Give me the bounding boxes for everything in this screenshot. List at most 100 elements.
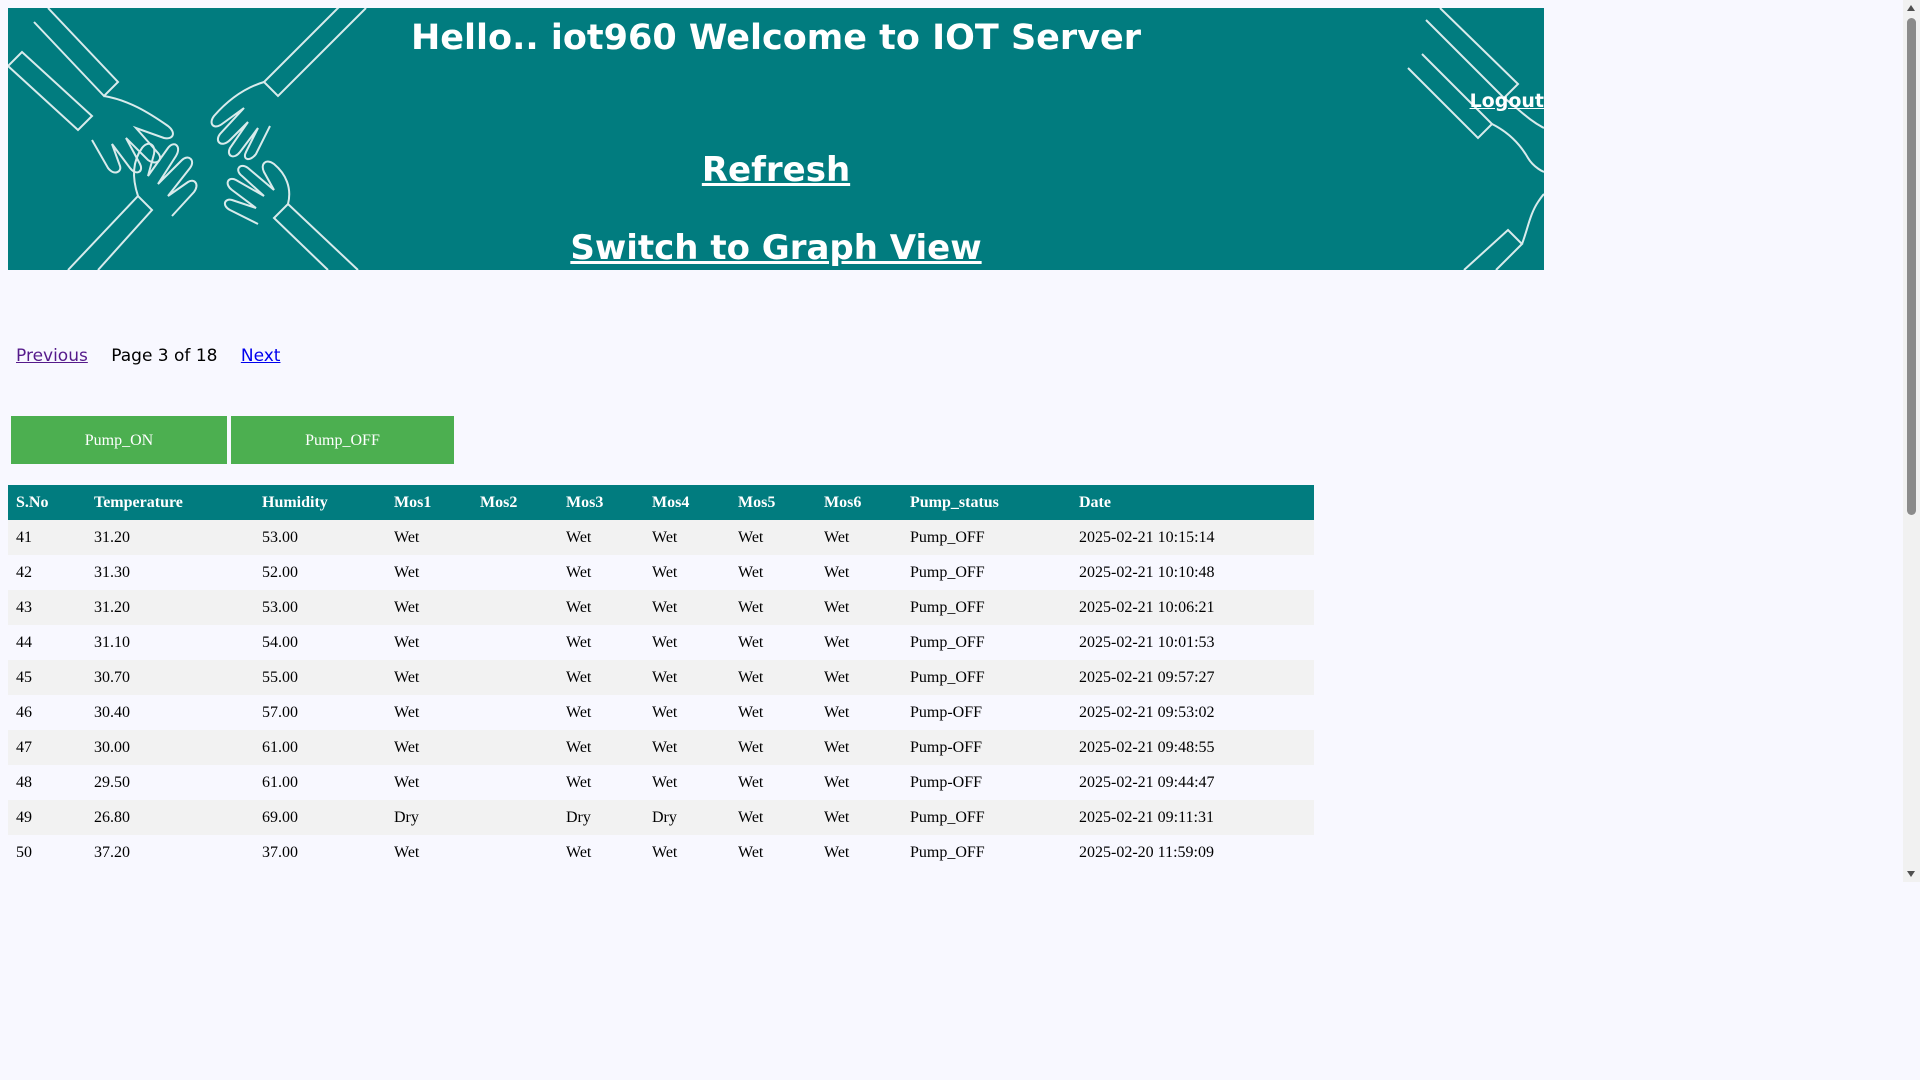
table-cell: Wet [816, 660, 902, 695]
table-cell: Wet [730, 590, 816, 625]
table-cell: 2025-02-21 09:53:02 [1071, 695, 1314, 730]
table-cell: Wet [558, 730, 644, 765]
table-cell: 2025-02-21 10:06:21 [1071, 590, 1314, 625]
table-row: 48 29.50 61.00 Wet Wet Wet Wet Wet Pump-OFF 2025-… [8, 765, 1314, 800]
column-header: Humidity [254, 485, 386, 520]
table-cell: Wet [558, 835, 644, 870]
table-cell: 50 [8, 835, 86, 870]
table-cell: 61.00 [254, 765, 386, 800]
table-cell: Wet [558, 695, 644, 730]
table-cell: Wet [816, 555, 902, 590]
table-cell: Wet [816, 800, 902, 835]
table-cell: 52.00 [254, 555, 386, 590]
pump-off-button[interactable]: Pump_OFF [231, 416, 454, 464]
table-cell: Wet [730, 765, 816, 800]
table-cell [472, 800, 558, 835]
vertical-scrollbar[interactable] [1903, 0, 1920, 882]
table-cell: Wet [644, 555, 730, 590]
table-cell: 30.70 [86, 660, 254, 695]
logout-link[interactable]: Logout [1470, 90, 1544, 112]
table-cell: Wet [386, 625, 472, 660]
scrollbar-thumb[interactable] [1907, 18, 1916, 515]
table-cell: Wet [730, 800, 816, 835]
table-cell: Wet [386, 835, 472, 870]
table-cell: Wet [644, 625, 730, 660]
sensor-data-table: S.No Temperature Humidity Mos1 Mos2 Mos3… [8, 485, 1314, 870]
table-cell: 2025-02-20 11:59:09 [1071, 835, 1314, 870]
table-cell: Wet [730, 695, 816, 730]
table-cell: Pump_OFF [902, 835, 1071, 870]
table-cell: Wet [730, 520, 816, 555]
table-cell: Wet [644, 520, 730, 555]
table-cell [472, 625, 558, 660]
table-cell: Wet [558, 765, 644, 800]
table-cell [472, 660, 558, 695]
table-cell: 45 [8, 660, 86, 695]
table-cell: Wet [386, 590, 472, 625]
table-cell: 2025-02-21 09:57:27 [1071, 660, 1314, 695]
switch-graph-view-link[interactable]: Switch to Graph View [8, 228, 1544, 268]
column-header: S.No [8, 485, 86, 520]
next-page-link[interactable]: Next [241, 346, 281, 366]
table-cell: 53.00 [254, 520, 386, 555]
table-cell: Wet [730, 730, 816, 765]
table-body: 41 31.20 53.00 Wet Wet Wet Wet Wet Pump_OFF 2025-… [8, 520, 1314, 870]
table-cell: 31.10 [86, 625, 254, 660]
table-cell: Wet [644, 590, 730, 625]
table-cell: Wet [730, 835, 816, 870]
table-cell [472, 765, 558, 800]
table-cell: 31.30 [86, 555, 254, 590]
column-header: Mos4 [644, 485, 730, 520]
table-cell: 47 [8, 730, 86, 765]
table-row: 42 31.30 52.00 Wet Wet Wet Wet Wet Pump_OFF 2025-… [8, 555, 1314, 590]
table-cell: Wet [730, 660, 816, 695]
table-cell: Wet [644, 730, 730, 765]
scroll-up-arrow-icon[interactable] [1907, 5, 1915, 11]
table-cell: 2025-02-21 10:10:48 [1071, 555, 1314, 590]
pagination: Previous Page 3 of 18 Next [16, 346, 280, 366]
table-cell: 57.00 [254, 695, 386, 730]
table-cell: Pump-OFF [902, 695, 1071, 730]
table-cell: 2025-02-21 09:44:47 [1071, 765, 1314, 800]
table-cell [472, 835, 558, 870]
table-cell: Pump_OFF [902, 660, 1071, 695]
table-cell: Wet [386, 520, 472, 555]
table-cell: Pump_OFF [902, 800, 1071, 835]
table-cell: 2025-02-21 09:48:55 [1071, 730, 1314, 765]
table-cell: Wet [816, 625, 902, 660]
table-cell [472, 555, 558, 590]
column-header: Pump_status [902, 485, 1071, 520]
table-cell [472, 590, 558, 625]
table-cell: Pump_OFF [902, 555, 1071, 590]
pump-on-button[interactable]: Pump_ON [11, 416, 227, 464]
table-cell: Wet [816, 835, 902, 870]
table-cell: 48 [8, 765, 86, 800]
table-cell: Wet [730, 555, 816, 590]
table-cell: Wet [386, 555, 472, 590]
table-cell: Dry [644, 800, 730, 835]
refresh-label: Refresh [701, 150, 851, 190]
table-cell: 30.00 [86, 730, 254, 765]
table-cell: Wet [730, 625, 816, 660]
table-cell: 55.00 [254, 660, 386, 695]
table-cell: Pump-OFF [902, 730, 1071, 765]
table-cell [472, 520, 558, 555]
scroll-down-arrow-icon[interactable] [1907, 871, 1915, 877]
table-cell: 30.40 [86, 695, 254, 730]
table-cell: 26.80 [86, 800, 254, 835]
table-cell: Wet [644, 835, 730, 870]
table-row: 47 30.00 61.00 Wet Wet Wet Wet Wet Pump-OFF 2025-… [8, 730, 1314, 765]
table-cell: Wet [386, 695, 472, 730]
table-cell: 2025-02-21 10:01:53 [1071, 625, 1314, 660]
header-banner: Hello.. iot960 Welcome to IOT Server Log… [8, 8, 1544, 270]
previous-page-link[interactable]: Previous [16, 346, 88, 366]
table-cell: Wet [558, 590, 644, 625]
table-cell: 46 [8, 695, 86, 730]
table-cell: Dry [558, 800, 644, 835]
table-cell: 43 [8, 590, 86, 625]
table-cell: 44 [8, 625, 86, 660]
table-cell: Pump_OFF [902, 625, 1071, 660]
table-row: 46 30.40 57.00 Wet Wet Wet Wet Wet Pump-OFF 2025-… [8, 695, 1314, 730]
refresh-link[interactable]: Refresh [8, 150, 1544, 190]
table-cell: Pump_OFF [902, 520, 1071, 555]
